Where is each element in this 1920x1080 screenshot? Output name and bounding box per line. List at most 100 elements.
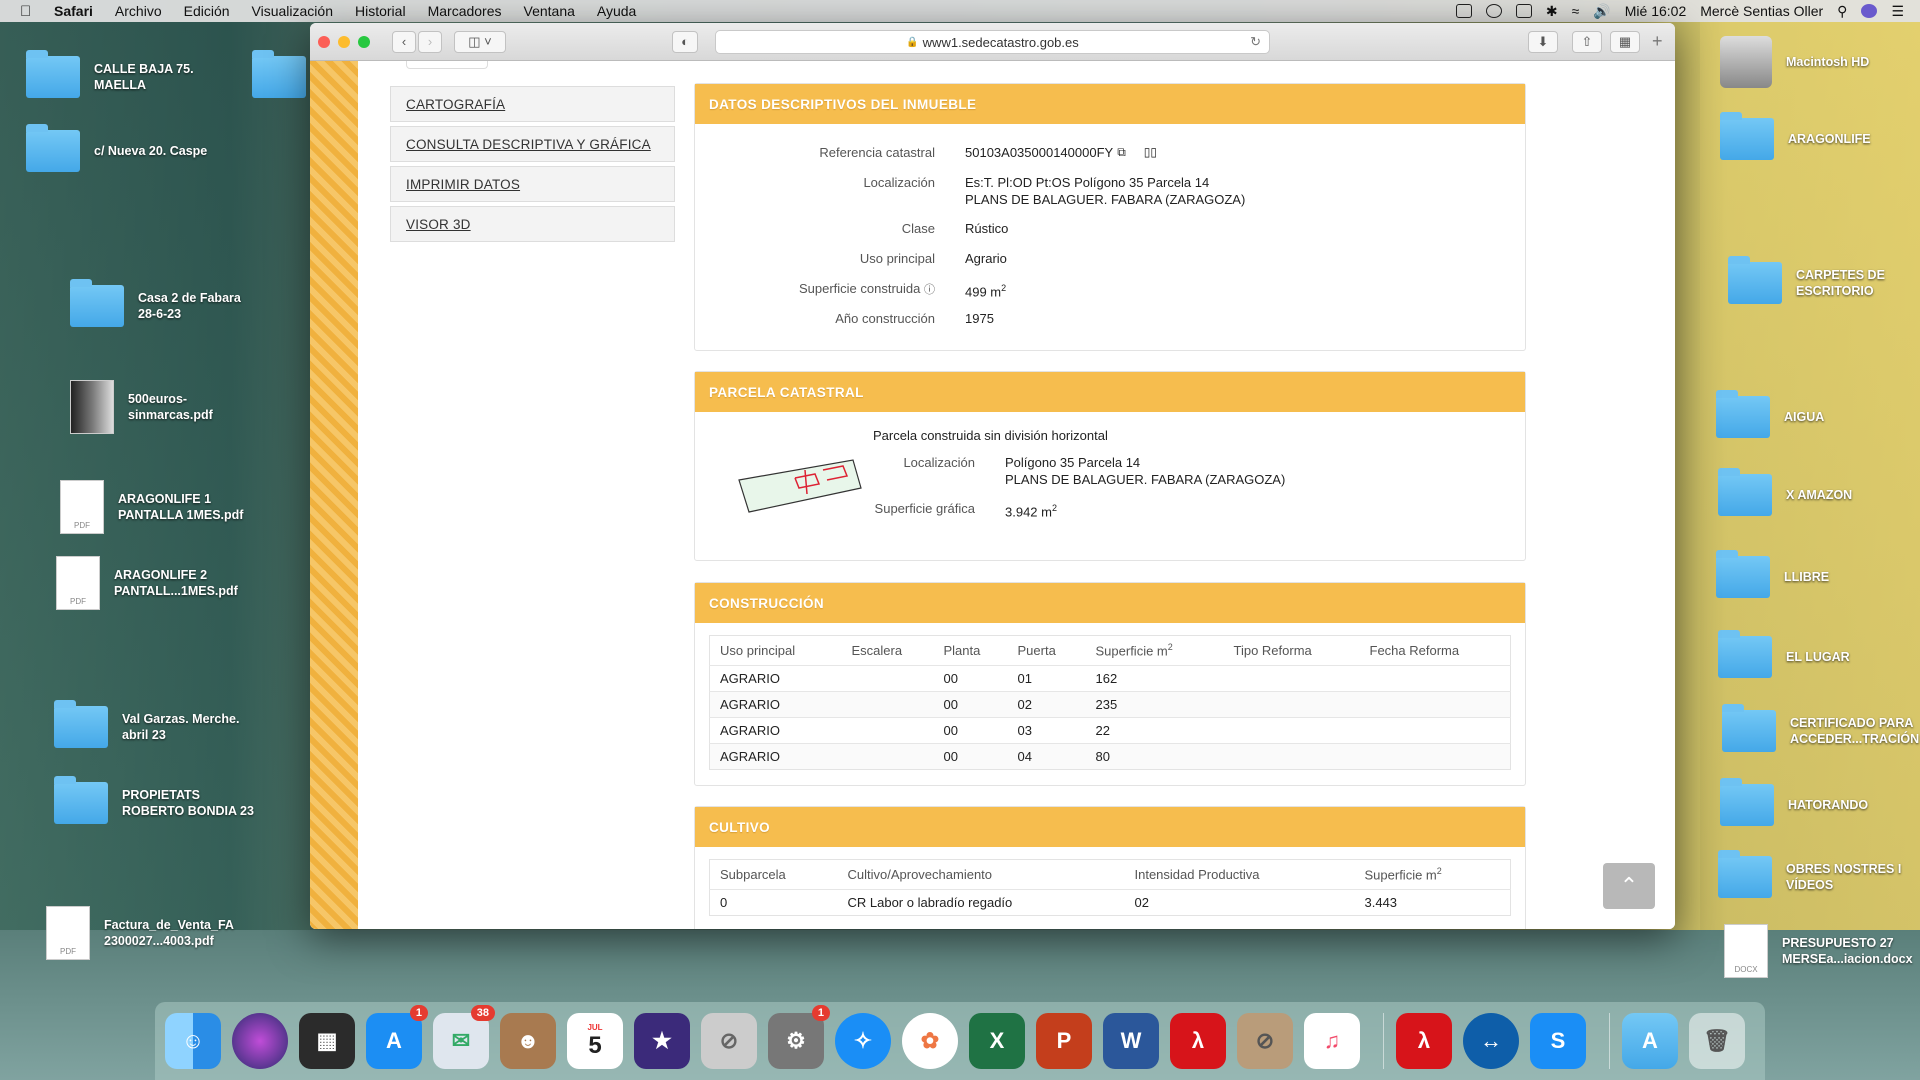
desktop-disk[interactable]: Macintosh HD — [1720, 36, 1920, 88]
column-header-text: Superficie m — [1364, 867, 1437, 883]
menu-ventana[interactable]: Ventana — [524, 3, 575, 19]
notification-badge: 1 — [811, 1005, 830, 1021]
desktop-file[interactable]: PDF Factura_de_Venta_FA 2300027...4003.pd… — [46, 906, 346, 960]
calendar-month: JUL — [587, 1022, 603, 1032]
applications-folder-icon[interactable]: A — [1622, 1013, 1678, 1069]
folder-icon — [1716, 550, 1770, 598]
reload-icon[interactable]: ↻ — [1250, 34, 1261, 50]
download-icon: ⬇ — [1537, 33, 1549, 49]
web-page: CARTOGRAFÍA CONSULTA DESCRIPTIVA Y GRÁFI… — [310, 61, 1675, 929]
zoom-window-button[interactable] — [358, 35, 370, 48]
spotlight-search-icon[interactable]: ⚲ — [1837, 3, 1847, 20]
bluetooth-icon[interactable]: ✱ — [1546, 3, 1558, 20]
trash-icon[interactable]: 🗑 — [1689, 1013, 1745, 1069]
menu-historial[interactable]: Historial — [355, 3, 406, 19]
menu-imprimir-datos[interactable]: IMPRIMIR DATOS — [390, 166, 675, 202]
siri-icon[interactable] — [232, 1013, 288, 1069]
time-machine-icon[interactable] — [1485, 4, 1502, 18]
control-center-icon[interactable]: ☰ — [1891, 3, 1904, 20]
close-window-button[interactable] — [318, 35, 330, 48]
menu-marcadores[interactable]: Marcadores — [428, 3, 502, 19]
row-localizacion: Localización Es:T. Pl:OD Pt:OS Polígono … — [695, 174, 1525, 220]
table-row: AGRARIO 00 04 80 — [709, 743, 1511, 770]
teamviewer-icon[interactable]: ↔ — [1463, 1013, 1519, 1069]
desktop-folder[interactable]: c/ Nueva 20. Caspe — [26, 124, 326, 172]
calendar-icon[interactable]: JUL 5 — [567, 1013, 623, 1069]
app-menu[interactable]: Safari — [54, 3, 93, 19]
blocked-app-icon[interactable]: ⊘ — [1237, 1013, 1293, 1069]
forward-button[interactable]: › — [418, 30, 442, 53]
user-name[interactable]: Mercè Sentias Oller — [1700, 3, 1823, 19]
desktop-folder[interactable]: PROPIETATS ROBERTO BONDIA 23 — [54, 776, 354, 824]
photos-icon[interactable]: ✿ — [902, 1013, 958, 1069]
blocked-app-icon[interactable]: ⊘ — [701, 1013, 757, 1069]
finder-icon[interactable]: ☺ — [165, 1013, 221, 1069]
volume-icon[interactable]: 🔊 — [1593, 3, 1610, 20]
superficie-grafica-value: 3.942 m2 — [1005, 500, 1057, 520]
screen-mirror-icon[interactable] — [1455, 4, 1472, 18]
privacy-report-button[interactable]: ◐ — [672, 30, 698, 53]
menu-visor-3d[interactable]: VISOR 3D — [390, 206, 675, 242]
info-icon[interactable]: ⓘ — [924, 284, 935, 296]
wifi-icon[interactable]: ≈ — [1572, 3, 1580, 19]
desktop-folder[interactable]: LLIBRE — [1716, 550, 1916, 598]
desktop-folder[interactable]: X AMAZON — [1718, 468, 1918, 516]
dock-separator — [1609, 1013, 1610, 1069]
acrobat-reader-icon[interactable]: λ — [1396, 1013, 1452, 1069]
barcode-icon[interactable]: ▯▯ — [1144, 144, 1157, 174]
menu-ayuda[interactable]: Ayuda — [597, 3, 636, 19]
acrobat-icon[interactable]: λ — [1170, 1013, 1226, 1069]
cell-tipo-reforma — [1223, 717, 1360, 744]
desktop-file[interactable]: DOCX PRESUPUESTO 27 MERSEa...iacion.docx — [1724, 924, 1920, 978]
copy-icon[interactable]: ⧉ — [1117, 144, 1126, 174]
table-row: AGRARIO 00 02 235 — [709, 691, 1511, 718]
desktop-folder[interactable]: ARAGONLIFE — [1720, 112, 1920, 160]
menu-visualizacion[interactable]: Visualización — [252, 3, 333, 19]
desktop-folder[interactable]: EL LUGAR — [1718, 630, 1918, 678]
apple-menu-icon[interactable]:  — [20, 3, 40, 20]
desktop-folder[interactable]: CARPETES DE ESCRITORIO — [1728, 256, 1920, 304]
superscript-two: 2 — [1001, 283, 1007, 293]
safari-icon[interactable]: ✧ — [835, 1013, 891, 1069]
panel-title: CONSTRUCCIÓN — [695, 583, 1525, 623]
address-bar[interactable]: 🔒 www1.sedecatastro.gob.es ↻ — [715, 30, 1270, 54]
downloads-button[interactable]: ⬇ — [1528, 30, 1558, 53]
desktop-folder[interactable]: CERTIFICADO PARA ACCEDER...TRACIÓN — [1722, 704, 1920, 752]
cell-tipo-reforma — [1223, 743, 1360, 770]
menu-archivo[interactable]: Archivo — [115, 3, 162, 19]
mail-icon[interactable]: ✉ 38 — [433, 1005, 495, 1069]
scroll-to-top-button[interactable]: ⌃ — [1603, 863, 1655, 909]
desktop-folder[interactable]: HATORANDO — [1720, 778, 1920, 826]
powerpoint-icon[interactable]: P — [1036, 1013, 1092, 1069]
share-button[interactable]: ⇧ — [1572, 30, 1602, 53]
column-header-superficie: Superficie m2 — [1086, 636, 1224, 666]
menu-consulta-descriptiva[interactable]: CONSULTA DESCRIPTIVA Y GRÁFICA — [390, 126, 675, 162]
clock[interactable]: Mié 16:02 — [1625, 3, 1686, 19]
minimize-window-button[interactable] — [338, 35, 350, 48]
tab-overview-button[interactable]: ▦ — [1610, 30, 1640, 53]
new-tab-button[interactable]: + — [1652, 31, 1663, 52]
desktop-folder[interactable]: Val Garzas. Merche. abril 23 — [54, 700, 354, 748]
word-icon[interactable]: W — [1103, 1013, 1159, 1069]
app-store-icon[interactable]: A1 — [366, 1005, 428, 1069]
excel-icon[interactable]: X — [969, 1013, 1025, 1069]
notification-badge: 38 — [470, 1005, 495, 1021]
menu-edicion[interactable]: Edición — [184, 3, 230, 19]
sidebar-toggle-button[interactable]: ◫ ˅ — [454, 30, 506, 53]
field-label: Referencia catastral — [819, 145, 935, 160]
cell-fecha-reforma — [1359, 691, 1511, 718]
imovie-icon[interactable]: ★ — [634, 1013, 690, 1069]
folder-icon — [1716, 390, 1770, 438]
contacts-icon[interactable]: ☻ — [500, 1013, 556, 1069]
display-icon[interactable] — [1515, 4, 1532, 18]
system-preferences-icon[interactable]: ⚙ 1 — [768, 1005, 830, 1069]
mission-control-icon[interactable]: ▦ — [299, 1013, 355, 1069]
referencia-catastral-value: 50103A035000140000FY — [965, 145, 1114, 160]
menu-cartografia[interactable]: CARTOGRAFÍA — [390, 86, 675, 122]
skype-icon[interactable]: S — [1530, 1013, 1586, 1069]
music-icon[interactable]: ♫ — [1304, 1013, 1360, 1069]
back-button[interactable]: ‹ — [392, 30, 416, 53]
desktop-folder[interactable]: AIGUA — [1716, 390, 1916, 438]
desktop-folder[interactable]: OBRES NOSTRES I VÍDEOS — [1718, 850, 1918, 898]
siri-icon[interactable] — [1861, 4, 1878, 18]
